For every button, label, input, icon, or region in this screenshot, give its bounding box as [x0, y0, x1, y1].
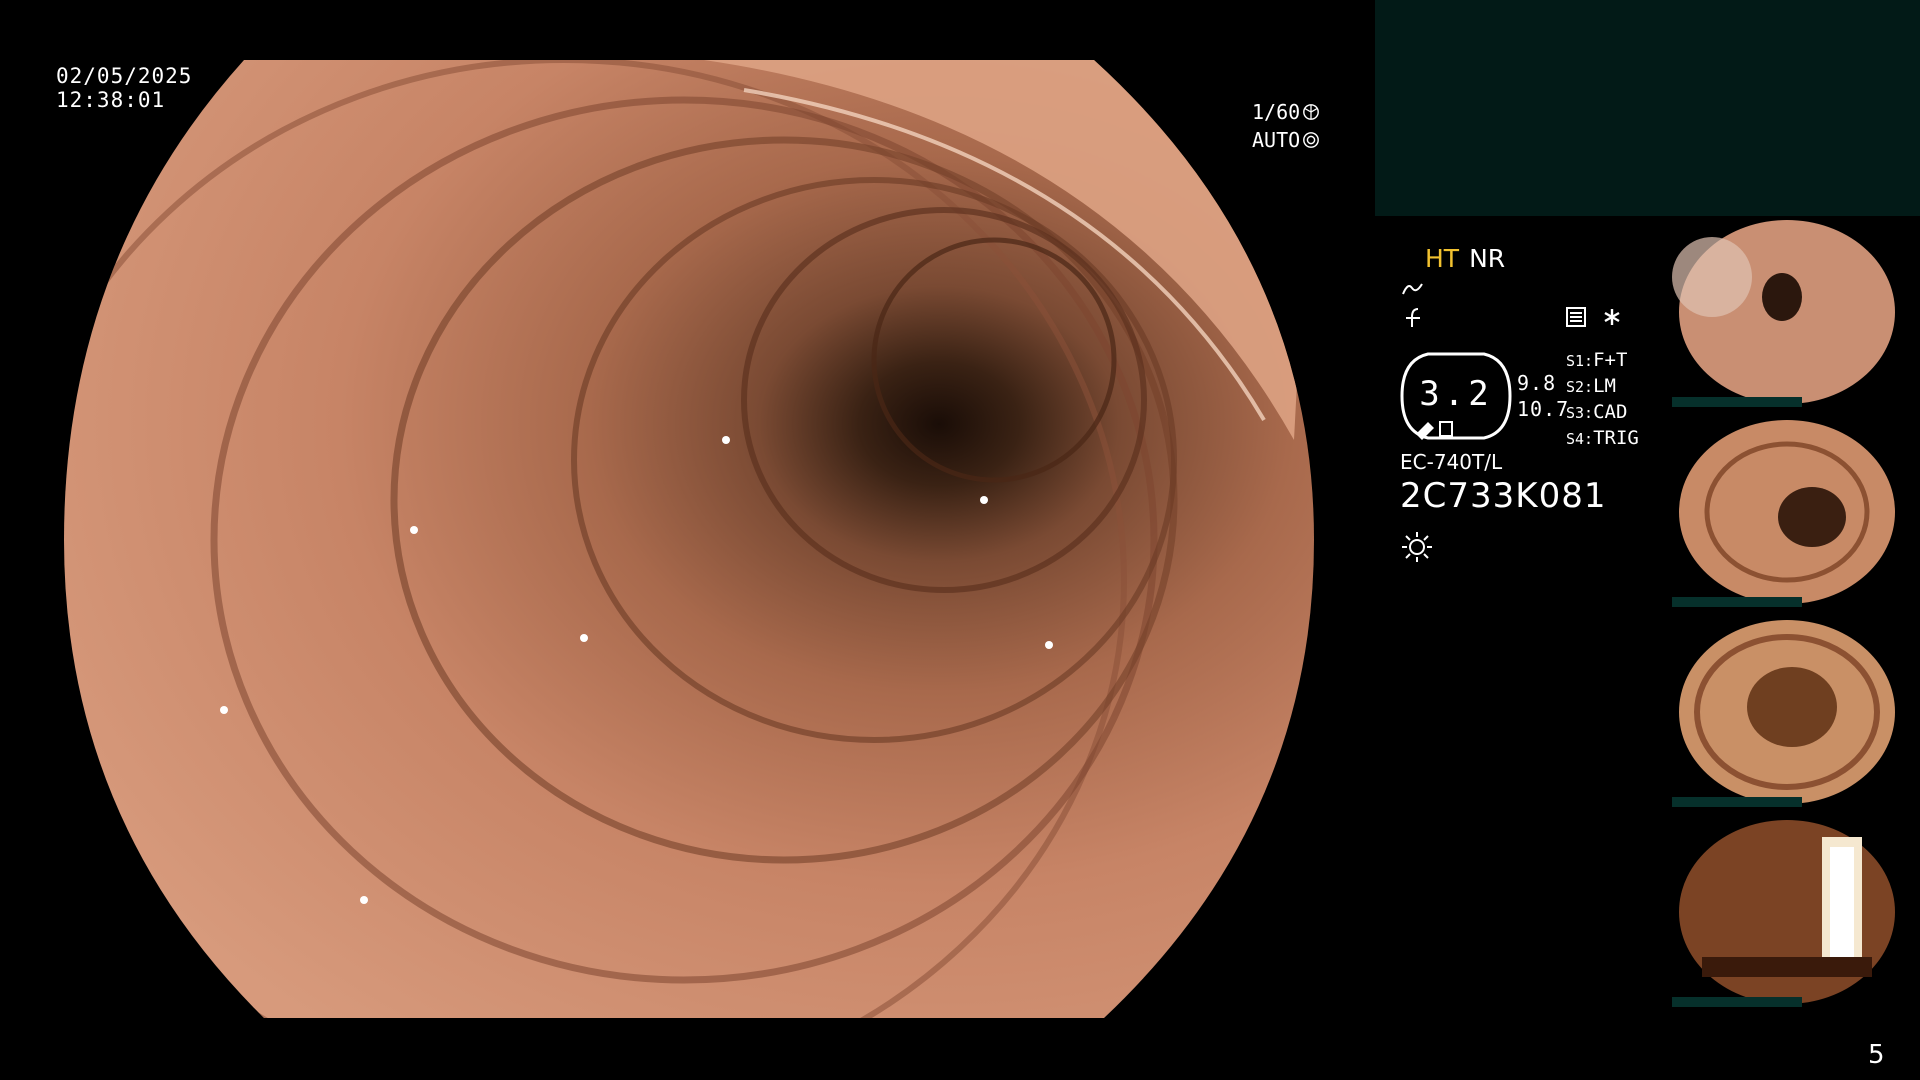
captured-thumbnail[interactable] [1672, 817, 1902, 1007]
shutter-icon [1303, 104, 1320, 120]
f-curve-icon [1406, 308, 1420, 327]
thumbnail-bar [1672, 397, 1802, 407]
switch-item: S4:TRIG [1566, 427, 1639, 449]
scope-model: EC-740T/L [1400, 450, 1503, 474]
switch-assignments: S1:F+T S2:LM S3:CAD S4:TRIG [1566, 348, 1639, 452]
side-value-2: 10.7 [1517, 397, 1570, 421]
gauge-side-values: 9.8 10.7 [1517, 370, 1569, 422]
sun-icon [1402, 532, 1432, 562]
mode-indicators: HT NR [1425, 244, 1505, 273]
wave-icon [1402, 283, 1423, 295]
shutter-row: 1/60 [1252, 98, 1320, 126]
exposure-row: AUTO [1252, 126, 1320, 154]
mode-nr-label: NR [1469, 244, 1506, 273]
gauge-value: 3.2 [1419, 374, 1493, 414]
endoscope-main-view [64, 60, 1314, 1018]
switch-item: S2:LM [1566, 375, 1616, 397]
scope-serial: 2C733K081 [1400, 476, 1607, 516]
status-icons [1565, 306, 1623, 328]
captured-thumbnail[interactable] [1672, 617, 1902, 807]
switch-item: S1:F+T [1566, 349, 1628, 371]
captured-thumbnail[interactable] [1672, 417, 1902, 607]
time-text: 12:38:01 [56, 88, 166, 112]
document-icon [1566, 307, 1586, 327]
asterisk-icon [1604, 309, 1620, 325]
switch-item: S3:CAD [1566, 401, 1628, 423]
captured-thumbnail[interactable] [1672, 217, 1902, 407]
date-text: 02/05/2025 [56, 64, 193, 88]
thumbnail-bar [1672, 997, 1802, 1007]
mode-ht-label: HT [1425, 244, 1460, 273]
shutter-speed: 1/60 [1252, 100, 1301, 124]
page-number: 5 [1868, 1040, 1885, 1070]
exposure-mode: AUTO [1252, 128, 1301, 152]
exposure-overlay: 1/60 AUTO [1252, 98, 1320, 154]
side-value-1: 9.8 [1517, 371, 1557, 395]
aperture-icon [1303, 132, 1320, 148]
date-time-overlay: 02/05/2025 12:38:01 [56, 64, 192, 112]
thumbnail-bar [1672, 797, 1802, 807]
thumbnail-bar [1672, 597, 1802, 607]
info-panel-header [1375, 0, 1920, 216]
